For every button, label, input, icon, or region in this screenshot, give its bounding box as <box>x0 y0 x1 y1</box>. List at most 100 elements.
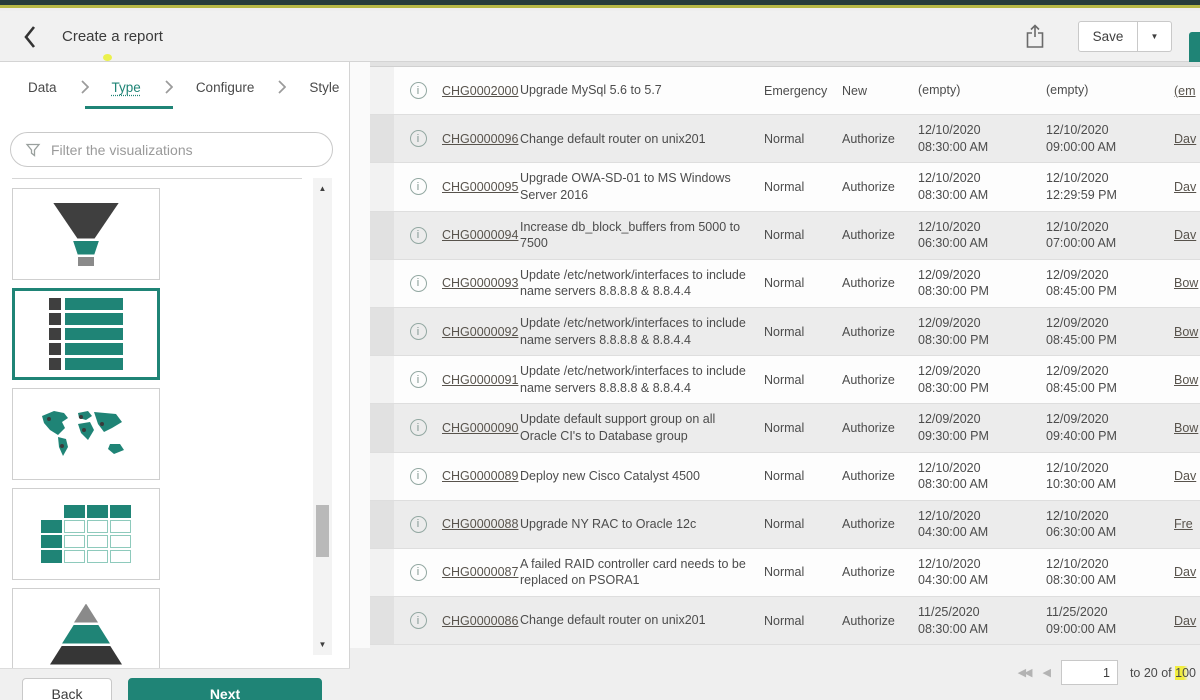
record-description: Update /etc/network/interfaces to includ… <box>520 267 764 300</box>
scrollbar-thumb[interactable] <box>316 505 329 557</box>
row-gutter <box>370 308 394 355</box>
info-icon[interactable] <box>410 564 427 581</box>
record-number-link[interactable]: CHG0000096 <box>442 132 520 146</box>
list-chart-icon <box>49 298 123 370</box>
share-icon[interactable] <box>1025 24 1045 49</box>
records-table: CHG0002000Upgrade MySql 5.6 to 5.7Emerge… <box>370 62 1200 645</box>
clipped-edge-button[interactable] <box>1189 32 1200 65</box>
record-description: Upgrade NY RAC to Oracle 12c <box>520 516 764 533</box>
record-number-link[interactable]: CHG0000093 <box>442 276 520 290</box>
info-cell <box>394 275 442 292</box>
step-data[interactable]: Data <box>28 80 57 95</box>
chevron-right-icon <box>80 80 89 94</box>
record-number-link[interactable]: CHG0000090 <box>442 421 520 435</box>
scroll-up-icon[interactable]: ▲ <box>313 184 332 193</box>
info-icon[interactable] <box>410 516 427 533</box>
table-grid-icon <box>41 505 131 563</box>
record-assigned-link[interactable]: Dav <box>1174 228 1200 242</box>
record-start-date: 12/10/2020 08:30:00 AM <box>918 122 1046 155</box>
record-priority: Normal <box>764 132 842 146</box>
record-number-link[interactable]: CHG0002000 <box>442 84 520 98</box>
visualization-filter-box <box>10 132 333 167</box>
record-priority: Normal <box>764 325 842 339</box>
report-preview-area: CHG0002000Upgrade MySql 5.6 to 5.7Emerge… <box>350 62 1200 700</box>
record-number-link[interactable]: CHG0000089 <box>442 469 520 483</box>
prev-page-icon[interactable]: ◀ <box>1042 666 1048 679</box>
record-end-date: (empty) <box>1046 82 1174 99</box>
info-icon[interactable] <box>410 468 427 485</box>
scroll-down-icon[interactable]: ▼ <box>313 640 332 649</box>
panel-table-gap <box>350 62 370 648</box>
record-number-link[interactable]: CHG0000094 <box>442 228 520 242</box>
record-assigned-link[interactable]: Fre <box>1174 517 1200 531</box>
step-type[interactable]: Type <box>112 80 141 95</box>
next-button[interactable]: Next <box>128 678 322 700</box>
info-icon[interactable] <box>410 178 427 195</box>
table-row: CHG0000096Change default router on unix2… <box>370 115 1200 163</box>
table-row: CHG0000091Update /etc/network/interfaces… <box>370 356 1200 404</box>
record-priority: Normal <box>764 276 842 290</box>
row-gutter <box>370 549 394 596</box>
first-page-icon[interactable]: ◀◀ <box>1018 666 1031 679</box>
record-start-date: 12/10/2020 08:30:00 AM <box>918 460 1046 493</box>
record-number-link[interactable]: CHG0000088 <box>442 517 520 531</box>
info-icon[interactable] <box>410 323 427 340</box>
table-row: CHG0000090Update default support group o… <box>370 404 1200 452</box>
record-end-date: 12/09/2020 08:45:00 PM <box>1046 315 1174 348</box>
back-button[interactable]: Back <box>22 678 112 700</box>
save-button[interactable]: Save <box>1078 21 1138 52</box>
info-icon[interactable] <box>410 82 427 99</box>
record-description: Upgrade OWA-SD-01 to MS Windows Server 2… <box>520 170 764 203</box>
info-icon[interactable] <box>410 612 427 629</box>
viz-list-scrollbar[interactable]: ▲ ▼ <box>313 178 332 655</box>
record-description: Increase db_block_buffers from 5000 to 7… <box>520 219 764 252</box>
record-assigned-link[interactable]: Dav <box>1174 132 1200 146</box>
record-number-link[interactable]: CHG0000095 <box>442 180 520 194</box>
record-assigned-link[interactable]: Bow <box>1174 373 1200 387</box>
record-priority: Normal <box>764 614 842 628</box>
record-assigned-link[interactable]: Bow <box>1174 276 1200 290</box>
row-gutter <box>370 453 394 500</box>
viz-thumb-funnel[interactable] <box>12 188 160 280</box>
record-description: Change default router on unix201 <box>520 612 764 629</box>
record-assigned-link[interactable]: Dav <box>1174 614 1200 628</box>
viz-thumb-pyramid[interactable] <box>12 588 160 668</box>
step-configure[interactable]: Configure <box>196 80 255 95</box>
record-end-date: 12/10/2020 12:29:59 PM <box>1046 170 1174 203</box>
record-end-date: 12/09/2020 08:45:00 PM <box>1046 363 1174 396</box>
record-assigned-link[interactable]: Bow <box>1174 421 1200 435</box>
save-caret-down-icon[interactable]: ▼ <box>1138 21 1172 52</box>
info-icon[interactable] <box>410 130 427 147</box>
record-assigned-link[interactable]: (em <box>1174 84 1200 98</box>
record-number-link[interactable]: CHG0000087 <box>442 565 520 579</box>
record-assigned-link[interactable]: Dav <box>1174 469 1200 483</box>
report-config-panel: Data Type Configure Style <box>0 62 350 700</box>
info-icon[interactable] <box>410 275 427 292</box>
viz-thumb-map[interactable] <box>12 388 160 480</box>
record-start-date: 12/10/2020 04:30:00 AM <box>918 556 1046 589</box>
record-state: New <box>842 84 918 98</box>
record-assigned-link[interactable]: Dav <box>1174 565 1200 579</box>
active-step-underline <box>85 106 173 109</box>
page-number-input[interactable] <box>1061 660 1118 685</box>
world-map-icon <box>34 406 138 462</box>
record-number-link[interactable]: CHG0000086 <box>442 614 520 628</box>
step-style[interactable]: Style <box>309 80 339 95</box>
record-priority: Normal <box>764 373 842 387</box>
info-icon[interactable] <box>410 227 427 244</box>
record-number-link[interactable]: CHG0000091 <box>442 373 520 387</box>
record-assigned-link[interactable]: Bow <box>1174 325 1200 339</box>
record-assigned-link[interactable]: Dav <box>1174 180 1200 194</box>
info-icon[interactable] <box>410 419 427 436</box>
record-end-date: 12/10/2020 09:00:00 AM <box>1046 122 1174 155</box>
record-number-link[interactable]: CHG0000092 <box>442 325 520 339</box>
back-icon[interactable] <box>22 24 38 50</box>
viz-thumb-table[interactable] <box>12 488 160 580</box>
record-description: Update /etc/network/interfaces to includ… <box>520 315 764 348</box>
record-end-date: 12/09/2020 09:40:00 PM <box>1046 411 1174 444</box>
filter-input[interactable] <box>51 142 332 158</box>
viz-thumb-list[interactable] <box>12 288 160 380</box>
record-description: Deploy new Cisco Catalyst 4500 <box>520 468 764 485</box>
info-icon[interactable] <box>410 371 427 388</box>
row-gutter <box>370 163 394 210</box>
